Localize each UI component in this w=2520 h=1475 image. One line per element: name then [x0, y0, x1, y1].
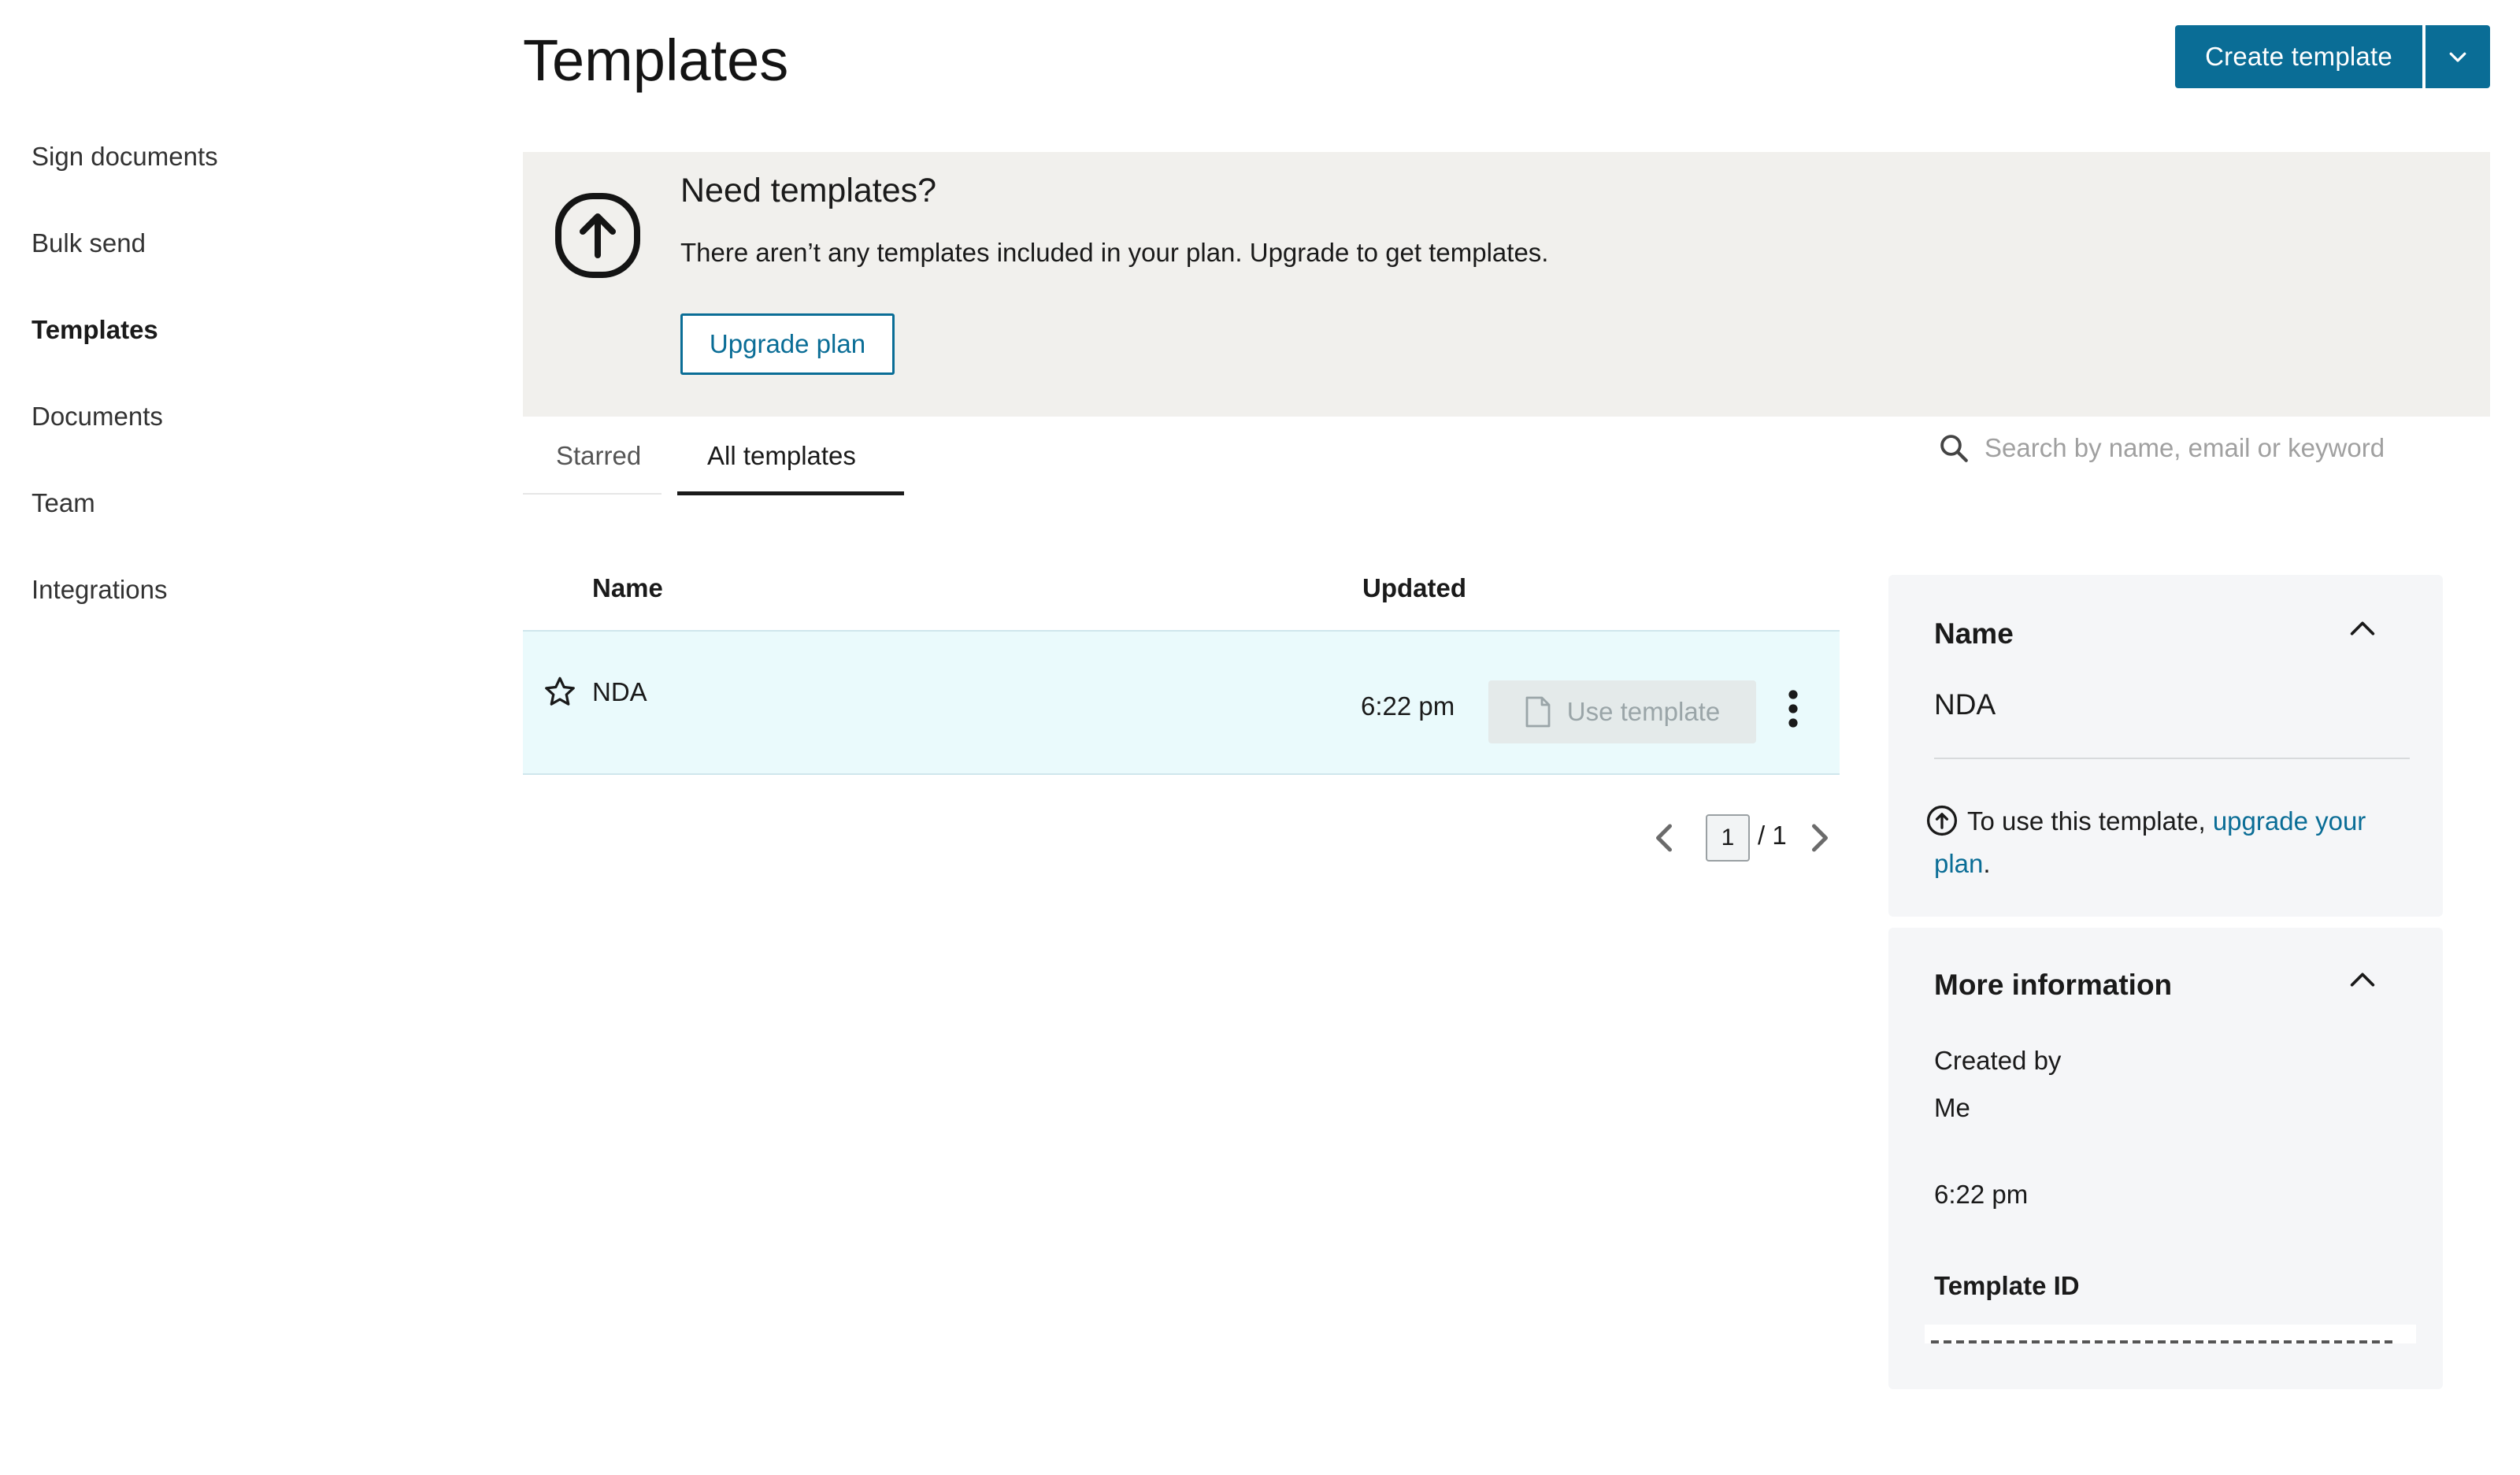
create-template-button[interactable]: Create template — [2175, 25, 2422, 88]
active-tab-indicator — [677, 491, 904, 495]
sidebar-item-sign-documents[interactable]: Sign documents — [32, 142, 218, 172]
template-id-label: Template ID — [1934, 1271, 2080, 1300]
banner-title: Need templates? — [680, 172, 937, 209]
upgrade-notice-text: To use this template, — [1967, 806, 2206, 836]
sidebar-item-documents[interactable]: Documents — [32, 402, 163, 432]
created-by-label: Created by — [1934, 1046, 2062, 1075]
chevron-up-icon[interactable] — [2347, 613, 2378, 644]
banner-text: There aren’t any templates included in y… — [680, 238, 1549, 267]
page-total: / 1 — [1758, 821, 1787, 850]
upload-arrow-icon — [1926, 805, 1958, 836]
upgrade-notice-line2: plan. — [1934, 849, 1991, 879]
sidebar-item-bulk-send[interactable]: Bulk send — [32, 228, 146, 258]
tab-all-templates[interactable]: All templates — [707, 441, 856, 471]
template-updated: 6:22 pm — [1361, 691, 1455, 721]
current-page-input[interactable]: 1 — [1706, 814, 1750, 862]
star-icon[interactable] — [542, 674, 578, 710]
sidebar-item-integrations[interactable]: Integrations — [32, 575, 167, 605]
upgrade-notice-period: . — [1983, 849, 1991, 878]
upgrade-notice: To use this template, upgrade your — [1967, 806, 2366, 836]
more-vertical-icon[interactable] — [1783, 688, 1803, 729]
search-input[interactable] — [1984, 422, 2457, 474]
search-icon[interactable] — [1937, 432, 1970, 465]
tab-starred[interactable]: Starred — [556, 441, 641, 471]
upgrade-link[interactable]: upgrade your — [2213, 806, 2366, 836]
chevron-up-icon[interactable] — [2347, 964, 2378, 995]
details-divider — [1934, 758, 2410, 759]
details-name-heading: Name — [1934, 617, 2014, 650]
upload-arrow-icon — [555, 193, 640, 278]
upgrade-link-continued[interactable]: plan — [1934, 849, 1983, 878]
sidebar-item-team[interactable]: Team — [32, 488, 95, 518]
template-id-value — [1925, 1325, 2416, 1343]
page-title: Templates — [523, 28, 789, 93]
chevron-down-icon — [2449, 52, 2466, 62]
use-template-button[interactable]: Use template — [1488, 680, 1756, 743]
tabs-divider — [523, 493, 662, 495]
create-template-dropdown-button[interactable] — [2426, 25, 2490, 88]
details-name-value: NDA — [1934, 688, 1996, 721]
column-header-updated[interactable]: Updated — [1362, 573, 1466, 603]
sidebar-item-templates[interactable]: Templates — [32, 315, 158, 345]
created-by-value: Me — [1934, 1093, 1970, 1122]
updated-time-value: 6:22 pm — [1934, 1180, 2029, 1209]
use-template-label: Use template — [1566, 697, 1721, 726]
column-header-name[interactable]: Name — [592, 573, 663, 603]
template-name[interactable]: NDA — [592, 677, 647, 707]
more-information-heading: More information — [1934, 969, 2173, 1001]
document-icon — [1525, 696, 1551, 728]
upgrade-plan-button[interactable]: Upgrade plan — [680, 313, 895, 375]
chevron-left-icon[interactable] — [1652, 822, 1676, 854]
chevron-right-icon[interactable] — [1808, 822, 1832, 854]
